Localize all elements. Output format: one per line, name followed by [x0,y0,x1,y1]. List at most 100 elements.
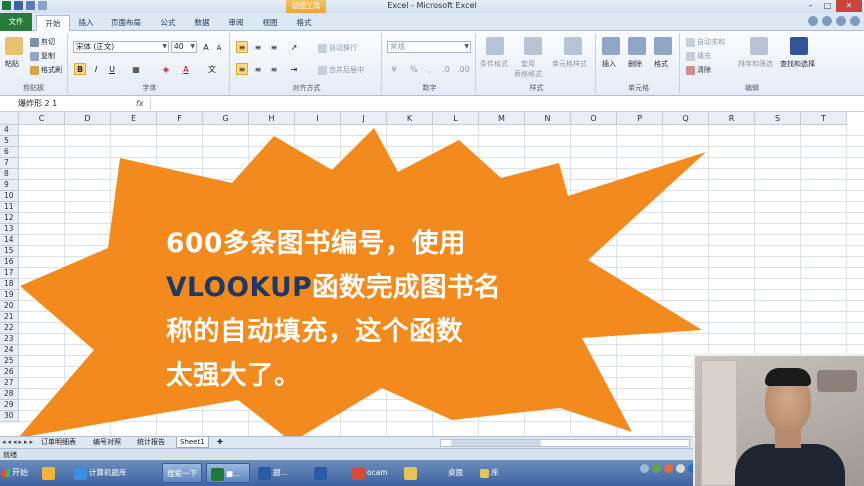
row-header[interactable]: 7 [0,158,19,169]
bold-button[interactable]: B [74,63,86,75]
minimize-button[interactable]: – [802,0,819,12]
format-as-table-icon[interactable] [524,37,542,55]
wrap-text-button[interactable]: 自动换行 [318,43,357,53]
autosum-button[interactable]: 自动求和 [686,37,725,47]
row-header[interactable]: 23 [0,334,19,345]
row-header[interactable]: 26 [0,367,19,378]
align-right-icon[interactable]: ≡ [268,63,280,75]
phonetic-icon[interactable]: 文 [206,63,218,75]
tab-view[interactable]: 视图 [256,15,284,31]
help-icon[interactable] [822,16,832,26]
column-header[interactable]: O [571,112,617,125]
align-top-icon[interactable]: ≡ [236,41,248,53]
start-button[interactable]: 开始 [0,462,34,484]
row-header[interactable]: 14 [0,235,19,246]
row-header[interactable]: 29 [0,400,19,411]
close-button[interactable]: ✕ [836,0,862,12]
sheet-tab[interactable]: 统计报告 [134,437,168,448]
find-select-button[interactable]: 查找和选择 [780,59,815,69]
row-header[interactable]: 4 [0,125,19,136]
column-header[interactable]: D [65,112,111,125]
ribbon-minimize-icon[interactable] [808,16,818,26]
fill-button[interactable]: 填充 [686,51,711,61]
library-toolbar[interactable]: 库 [476,463,506,483]
tray-icon[interactable] [652,464,661,473]
row-header[interactable]: 28 [0,389,19,400]
sheet-tab[interactable]: 订单明细表 [38,437,79,448]
number-format-select[interactable]: 常规 ▼ [387,41,471,53]
paste-icon[interactable] [5,37,23,55]
taskbar-item-ie[interactable]: 计算机题库 [70,463,160,483]
sheet-nav-arrows[interactable]: ◂◂◂▸▸▸ [2,438,35,446]
sheet-tab[interactable]: 编号对照 [90,437,124,448]
row-header[interactable]: 8 [0,169,19,180]
insert-function-icon[interactable]: fx [136,98,150,110]
row-header[interactable]: 20 [0,301,19,312]
search-button[interactable]: 搜索一下 [162,463,202,483]
tab-format[interactable]: 格式 [290,15,318,31]
fill-color-icon[interactable]: ◈ [160,63,172,75]
row-header[interactable]: 11 [0,202,19,213]
insert-sheet-icon[interactable]: ✚ [214,437,226,448]
align-center-icon[interactable]: ≡ [252,63,264,75]
format-as-table-button[interactable]: 套用 表格格式 [514,59,542,79]
comma-button[interactable]: , [424,63,436,75]
taskbar-item-word[interactable]: 题... [254,463,300,483]
window-minimize-icon[interactable] [836,16,846,26]
horizontal-scrollbar[interactable] [440,439,690,447]
decrease-decimal-icon[interactable]: .00 [456,63,470,75]
tray-icon[interactable] [640,464,649,473]
taskbar-browser-icon[interactable] [38,463,66,483]
window-close-icon[interactable] [850,16,860,26]
delete-cells-icon[interactable] [628,37,646,55]
tray-icon[interactable] [676,464,685,473]
borders-icon[interactable]: ▦ [130,63,142,75]
taskbar-item-ocam[interactable]: ocam [348,463,394,483]
italic-button[interactable]: I [90,63,102,75]
column-header[interactable]: I [295,112,341,125]
row-header[interactable]: 25 [0,356,19,367]
select-all-corner[interactable] [0,112,19,125]
sort-filter-button[interactable]: 排序和筛选 [738,59,773,69]
merge-center-button[interactable]: 合并后居中 [318,65,364,75]
column-header[interactable]: G [203,112,249,125]
column-header[interactable]: P [617,112,663,125]
row-header[interactable]: 16 [0,257,19,268]
currency-icon[interactable]: ¥ [388,63,400,75]
column-header[interactable]: F [157,112,203,125]
column-header[interactable]: R [709,112,755,125]
column-header[interactable]: Q [663,112,709,125]
row-header[interactable]: 30 [0,411,19,422]
tab-review[interactable]: 审阅 [222,15,250,31]
underline-button[interactable]: U [106,63,118,75]
row-header[interactable]: 21 [0,312,19,323]
cut-button[interactable]: 剪切 [30,37,55,47]
desktop-toolbar[interactable]: 桌面 [444,463,474,483]
column-header[interactable]: N [525,112,571,125]
row-header[interactable]: 9 [0,180,19,191]
find-select-icon[interactable] [790,37,808,55]
column-header[interactable]: K [387,112,433,125]
name-box[interactable]: 爆炸形 2 1 [2,98,98,110]
shrink-font-icon[interactable]: A [213,41,225,53]
indent-icon[interactable]: ⇥ [288,63,300,75]
conditional-format-icon[interactable] [486,37,504,55]
copy-button[interactable]: 复制 [30,51,55,61]
delete-button[interactable]: 删除 [628,59,642,69]
taskbar-item-folder[interactable] [400,463,436,483]
row-header[interactable]: 6 [0,147,19,158]
orientation-icon[interactable]: ↗ [288,41,300,53]
row-header[interactable]: 17 [0,268,19,279]
row-header[interactable]: 12 [0,213,19,224]
row-header[interactable]: 18 [0,279,19,290]
row-header[interactable]: 15 [0,246,19,257]
column-header[interactable]: M [479,112,525,125]
tray-icon[interactable] [664,464,673,473]
paste-button[interactable]: 粘贴 [5,59,19,69]
row-header[interactable]: 13 [0,224,19,235]
cell-styles-button[interactable]: 单元格样式 [552,59,587,69]
align-left-icon[interactable]: ≡ [236,63,248,75]
column-header[interactable]: J [341,112,387,125]
font-size-select[interactable]: 40 ▼ [171,41,197,53]
formula-input[interactable] [150,98,862,110]
